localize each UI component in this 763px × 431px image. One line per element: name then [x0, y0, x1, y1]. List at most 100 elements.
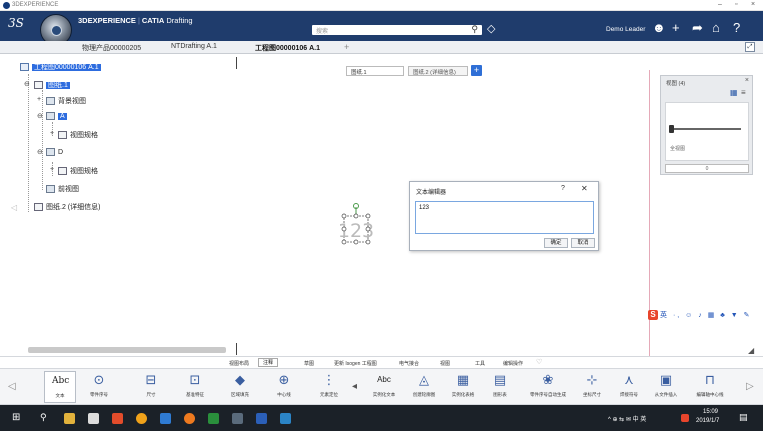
dimension-tool-button[interactable]: ⊟ 尺寸: [138, 371, 164, 398]
add-icon[interactable]: +: [672, 21, 680, 35]
tree-root[interactable]: 工程图00000106 A.1: [20, 62, 101, 72]
office-icon[interactable]: [112, 413, 123, 424]
taskbar-date[interactable]: 2019/1/7: [696, 418, 719, 424]
catia-icon[interactable]: [232, 413, 243, 424]
close-icon[interactable]: ✕: [581, 184, 588, 193]
tree-frame-d[interactable]: 视图规格: [58, 166, 98, 176]
app-icon[interactable]: [280, 413, 291, 424]
sheet-tab-1[interactable]: 图纸.1: [346, 66, 404, 76]
coordinate-dimension-button[interactable]: ⊹ 坐标尺寸: [578, 371, 606, 398]
views-panel-input[interactable]: 0: [665, 164, 749, 173]
ribbon-tab-electrical[interactable]: 电气接合: [399, 360, 419, 367]
text-tool-button[interactable]: Abc 文本: [44, 371, 76, 403]
expand-node-icon[interactable]: +: [50, 130, 54, 137]
ribbon-group-arrow-icon[interactable]: ◂: [352, 381, 357, 392]
ribbon-tab-edit[interactable]: 编辑操作: [503, 360, 523, 367]
collapse-node-icon[interactable]: ⊖: [37, 112, 43, 120]
search-icon[interactable]: ⚲: [40, 412, 47, 423]
help-icon[interactable]: ?: [733, 21, 740, 35]
ribbon-tab-tools[interactable]: 工具: [475, 360, 485, 367]
app-icon[interactable]: [160, 413, 171, 424]
ribbon-tab-annotation[interactable]: 注释: [258, 358, 279, 367]
ribbon-tab-view[interactable]: 视图: [440, 360, 450, 367]
view-preview[interactable]: [665, 102, 749, 161]
tree-background-view[interactable]: 背景视图: [46, 96, 86, 106]
cancel-button[interactable]: 取消: [571, 238, 595, 248]
datum-feature-button[interactable]: ⊡ 基准特征: [180, 371, 210, 398]
axis-centerline-button[interactable]: ⊓ 编辑轴中心线: [692, 371, 728, 398]
sheet-tab-2[interactable]: 图纸.2 (详细信息): [408, 66, 468, 76]
chevron-down-icon[interactable]: ♡: [536, 358, 542, 366]
tree-main-view[interactable]: 前视图: [46, 184, 79, 194]
windows-start-icon[interactable]: ⊞: [12, 412, 20, 423]
list-view-icon[interactable]: ≡: [741, 88, 746, 97]
media-icon[interactable]: [184, 413, 195, 424]
panel-splitter-top[interactable]: [236, 57, 237, 69]
expand-node-icon[interactable]: +: [37, 96, 41, 103]
outline-button[interactable]: ◬ 创建轮廓图: [408, 371, 440, 398]
grid-view-icon[interactable]: ▦: [730, 88, 738, 97]
close-icon[interactable]: ×: [751, 1, 755, 8]
text-input[interactable]: 123: [415, 201, 594, 234]
user-avatar-icon[interactable]: ☻: [652, 21, 666, 35]
collapse-node-icon[interactable]: ⊖: [37, 148, 43, 156]
sogou-icon[interactable]: S: [648, 310, 658, 320]
weld-symbol-button[interactable]: ⋏ 焊接符号: [616, 371, 642, 398]
collapse-icon[interactable]: ⊖: [24, 80, 30, 88]
3ds-logo[interactable]: 3S: [8, 16, 24, 30]
maximize-icon[interactable]: ▫: [735, 1, 737, 8]
ribbon-tab-isogen[interactable]: 更新 Isogen 工程图: [334, 360, 377, 367]
app-icon[interactable]: [208, 413, 219, 424]
expand-icon[interactable]: ⤢: [745, 42, 755, 52]
search-icon[interactable]: ⚲: [471, 24, 478, 35]
slider-knob[interactable]: [669, 125, 674, 133]
selected-text-object[interactable]: 123: [340, 203, 374, 249]
ime-items[interactable]: 英 ·, ☺ ♪ ▦ ♣ ▼ ✎: [660, 312, 752, 319]
centerline-button[interactable]: ⊕ 中心线: [270, 371, 298, 398]
minimize-icon[interactable]: –: [718, 1, 722, 8]
zoom-slider[interactable]: [671, 128, 741, 130]
user-name[interactable]: Demo Leader: [606, 26, 645, 33]
instantiate-text-button[interactable]: Abc 实例化文本: [368, 371, 400, 398]
expand-node-icon[interactable]: +: [50, 166, 54, 173]
app-icon[interactable]: [88, 413, 99, 424]
panel-splitter-bottom[interactable]: [236, 343, 237, 355]
horizontal-scrollbar[interactable]: [28, 347, 226, 353]
notification-icon[interactable]: ▤: [739, 412, 748, 423]
tree-frame-a[interactable]: 视图规格: [58, 130, 98, 140]
tree-sheet2[interactable]: 图纸.2 (详细信息): [34, 202, 100, 212]
auto-balloon-button[interactable]: ❀ 零件序号自动生成: [526, 371, 570, 398]
close-icon[interactable]: ×: [745, 77, 749, 84]
instantiate-table-button[interactable]: ▦ 实例化表格: [447, 371, 479, 398]
insert-from-file-button[interactable]: ▣ 从文件插入: [650, 371, 682, 398]
tab-drawing[interactable]: 工程图00000106 A.1: [255, 43, 320, 53]
tab-ntdrafting[interactable]: NTDrafting A.1: [171, 43, 217, 50]
ribbon-scroll-left-icon[interactable]: ◁: [8, 381, 16, 392]
corner-resize-icon[interactable]: ◢: [748, 346, 754, 355]
tree-sheet1[interactable]: 图纸.1: [34, 80, 70, 90]
element-position-button[interactable]: ⋮ 元素定位: [314, 371, 344, 398]
graphic-table-button[interactable]: ▤ 图形表: [488, 371, 512, 398]
share-icon[interactable]: ➦: [692, 21, 703, 35]
browser-icon[interactable]: [136, 413, 147, 424]
ribbon-tab-layout[interactable]: 视图布局: [229, 360, 249, 367]
home-icon[interactable]: ⌂: [712, 21, 720, 35]
taskbar-time[interactable]: 15:09: [703, 409, 718, 415]
tree-view-d[interactable]: D: [46, 148, 63, 156]
ok-button[interactable]: 确定: [544, 238, 568, 248]
tab-physical-product[interactable]: 物理产品00000205: [82, 43, 141, 53]
ribbon-tab-sketch[interactable]: 草图: [304, 360, 314, 367]
system-tray[interactable]: ^ ⊕ ⇆ ✉ 中 英: [608, 414, 646, 423]
balloon-tool-button[interactable]: ⊙ 零件序号: [86, 371, 112, 398]
help-icon[interactable]: ?: [561, 185, 565, 192]
word-icon[interactable]: [256, 413, 267, 424]
tag-icon[interactable]: ◇: [487, 22, 495, 35]
scroll-left-icon[interactable]: ◁: [11, 203, 17, 212]
add-sheet-button[interactable]: +: [471, 65, 482, 76]
ribbon-scroll-right-icon[interactable]: ▷: [746, 381, 754, 392]
area-fill-button[interactable]: ◆ 区域填充: [225, 371, 255, 398]
tree-view-a[interactable]: A: [46, 112, 67, 120]
sogou-tray-icon[interactable]: [681, 414, 689, 422]
search-input[interactable]: 搜索 ⚲: [312, 24, 482, 35]
file-explorer-icon[interactable]: [64, 413, 75, 424]
